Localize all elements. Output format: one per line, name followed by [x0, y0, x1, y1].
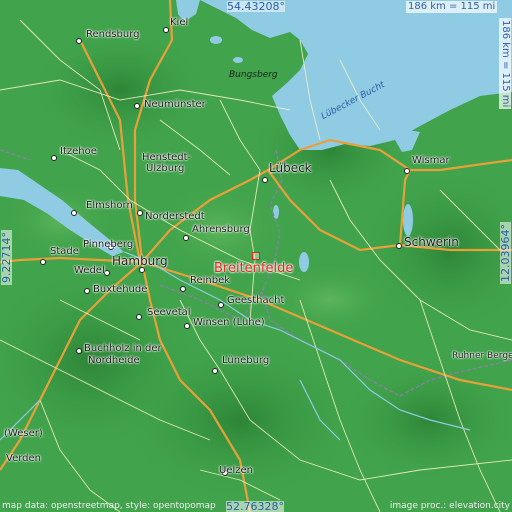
city-dot-neumunster	[134, 103, 140, 109]
city-dot-wismar	[404, 168, 410, 174]
image-credit: image proc.: elevation.city	[389, 501, 510, 511]
city-label-neumunster[interactable]: Neumünster	[144, 100, 206, 110]
hill-label-bungsberg: Bungsberg	[229, 70, 278, 80]
city-label-rendsburg[interactable]: Rendsburg	[86, 30, 140, 40]
city-dot-geesthacht	[218, 302, 224, 308]
city-label-itzehoe[interactable]: Itzehoe	[60, 147, 97, 157]
city-label-ahrensburg[interactable]: Ahrensburg	[192, 225, 250, 235]
city-label-kiel[interactable]: Kiel	[170, 18, 188, 28]
city-label-seevetal[interactable]: Seevetal	[147, 308, 191, 318]
city-label-luneburg[interactable]: Lüneburg	[222, 356, 269, 366]
map-view[interactable]: 54.43208° 52.76328° 9.22714° 12.03964° 1…	[0, 0, 512, 512]
city-label-elmshorn[interactable]: Elmshorn	[86, 201, 133, 211]
city-label-winsen[interactable]: Winsen (Luhe)	[193, 318, 265, 328]
city-dot-stade	[40, 259, 46, 265]
target-location-marker[interactable]	[252, 252, 260, 260]
city-label-buxtehude[interactable]: Buxtehude	[93, 285, 147, 295]
city-dot-ahrensburg	[183, 235, 189, 241]
city-label-pinneberg[interactable]: Pinneberg	[83, 240, 133, 250]
city-label-norderstedt[interactable]: Norderstedt	[145, 212, 205, 222]
city-dot-schwerin	[396, 243, 402, 249]
city-dot-itzehoe	[51, 155, 57, 161]
city-label-verden[interactable]: Verden	[6, 454, 41, 464]
city-label-buchholz-2[interactable]: Nordheide	[88, 356, 140, 366]
south-coordinate: 52.76328°	[226, 500, 284, 512]
city-label-lubeck[interactable]: Lübeck	[269, 162, 312, 174]
city-label-schwerin[interactable]: Schwerin	[404, 236, 459, 248]
city-label-hamburg[interactable]: Hamburg	[112, 255, 168, 267]
west-coordinate: 9.22714°	[0, 230, 13, 285]
city-label-ulzburg[interactable]: Ulzburg	[146, 164, 184, 174]
city-dot-reinbek	[180, 286, 186, 292]
city-label-reinbek[interactable]: Reinbek	[190, 276, 230, 286]
city-label-weser[interactable]: (Weser)	[4, 429, 43, 439]
city-label-wedel[interactable]: Wedel	[74, 266, 105, 276]
north-coordinate: 54.43208°	[227, 0, 285, 13]
city-dot-seevetal	[136, 314, 142, 320]
city-dot-luneburg	[212, 368, 218, 374]
city-label-stade[interactable]: Stade	[50, 247, 79, 257]
city-dot-elmshorn	[71, 210, 77, 216]
city-dot-lubeck	[262, 177, 268, 183]
city-dot-buxtehude	[84, 288, 90, 294]
city-dot-rendsburg	[76, 38, 82, 44]
city-dot-kiel	[163, 27, 169, 33]
east-coordinate: 12.03964°	[499, 222, 512, 284]
city-label-buchholz-1[interactable]: Buchholz in der	[84, 344, 162, 354]
city-label-geesthacht[interactable]: Geesthacht	[227, 296, 284, 306]
scale-horizontal: 186 km = 115 mi	[406, 1, 498, 13]
city-dot-winsen	[184, 323, 190, 329]
city-dot-norderstedt	[137, 210, 143, 216]
city-dot-buchholz	[76, 348, 82, 354]
city-label-wismar[interactable]: Wismar	[412, 156, 450, 166]
scale-vertical: 186 km = 115 mi	[499, 18, 511, 110]
city-label-ruhner-berge[interactable]: Ruhner Berge	[452, 352, 512, 361]
city-label-uelzen[interactable]: Uelzen	[219, 466, 253, 476]
target-location-label[interactable]: Breitenfelde	[214, 262, 293, 275]
map-credit: map data: openstreetmap, style: opentopo…	[2, 501, 216, 511]
city-label-henstedt[interactable]: Henstedt-	[142, 153, 191, 163]
